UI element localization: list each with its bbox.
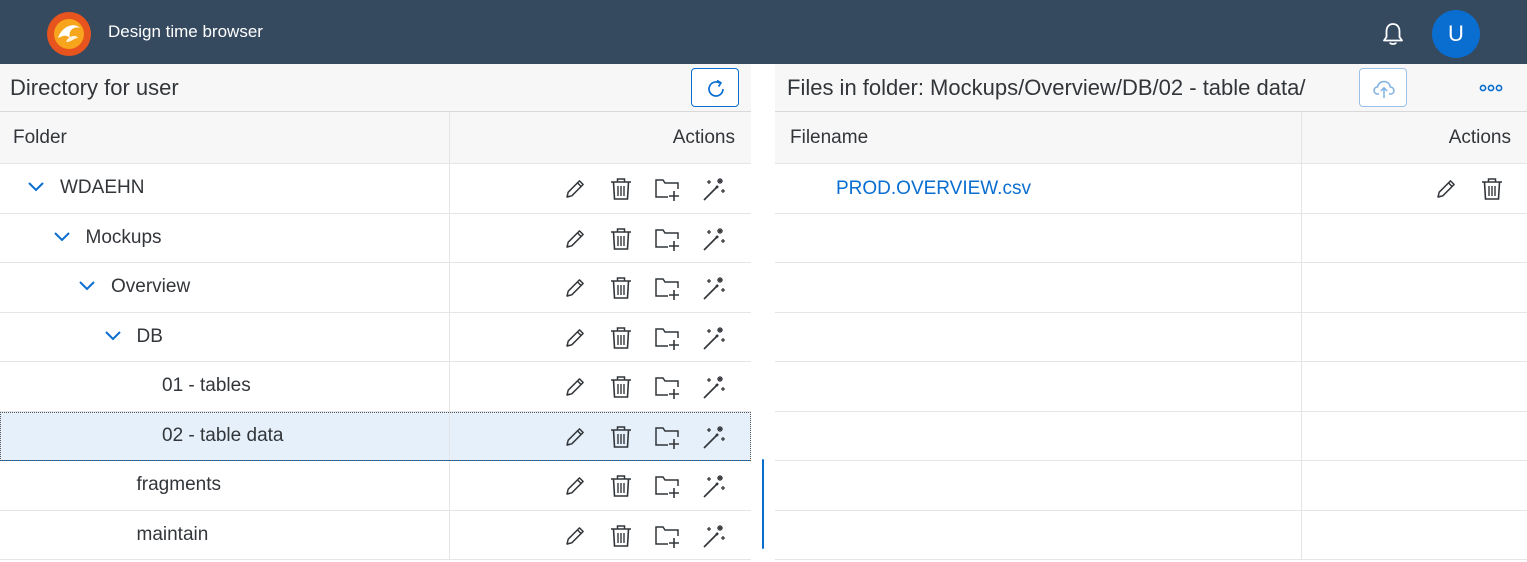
panel-splitter[interactable] [751,64,775,562]
folder-name: 01 - tables [162,375,251,396]
magic-wand-icon[interactable] [700,324,728,352]
magic-wand-icon[interactable] [700,472,728,500]
file-actions-column-header: Actions [1448,127,1511,148]
file-row[interactable]: PROD.OVERVIEW.csv [775,164,1527,214]
trash-icon[interactable] [607,225,635,253]
files-table: PROD.OVERVIEW.csv [775,164,1527,560]
trash-icon[interactable] [607,472,635,500]
magic-wand-icon[interactable] [700,225,728,253]
folder-column-header: Folder [13,127,67,148]
tree-row[interactable]: fragments [0,461,751,511]
chevron-down-icon[interactable] [27,180,45,194]
pencil-icon[interactable] [561,324,589,352]
directory-panel: Directory for user Folder Actions WDAEHN… [0,64,751,562]
folder-name: Mockups [85,226,162,248]
trash-icon[interactable] [1478,175,1506,203]
pencil-icon[interactable] [561,175,589,203]
folder-name: WDAEHN [60,177,145,198]
chevron-down-icon[interactable] [78,279,96,293]
magic-wand-icon[interactable] [700,373,728,401]
chevron-down-icon[interactable] [104,329,122,343]
app-logo-icon [44,8,94,58]
folder-name: maintain [136,523,209,545]
tree-row[interactable]: maintain [0,510,751,560]
pencil-icon[interactable] [561,522,589,550]
refresh-button[interactable] [691,68,739,107]
actions-column-header: Actions [672,127,735,148]
app-title: Design time browser [108,22,263,41]
pencil-icon[interactable] [561,225,589,253]
trash-icon[interactable] [607,423,635,451]
refresh-icon [708,79,724,97]
cloud-upload-icon [1373,80,1395,98]
trash-icon[interactable] [607,175,635,203]
file-row [775,461,1527,511]
file-row [775,510,1527,560]
pencil-icon[interactable] [561,373,589,401]
magic-wand-icon[interactable] [700,423,728,451]
file-link[interactable]: PROD.OVERVIEW.csv [836,178,1031,200]
trash-icon[interactable] [607,324,635,352]
tree-row[interactable]: 01 - tables [0,362,751,412]
tree-row[interactable]: WDAEHN [0,164,751,214]
files-title: Files in folder: Mockups/Overview/DB/02 … [787,75,1306,100]
magic-wand-icon[interactable] [700,175,728,203]
user-avatar[interactable]: U [1432,10,1480,58]
overflow-icon[interactable] [1477,78,1505,98]
folder-name: 02 - table data [162,424,284,446]
tree-row[interactable]: DB [0,312,751,362]
files-toolbar: Files in folder: Mockups/Overview/DB/02 … [775,64,1527,112]
add-folder-icon[interactable] [653,324,681,352]
add-folder-icon[interactable] [653,522,681,550]
splitter-grip[interactable] [762,459,764,549]
file-row [775,362,1527,412]
pencil-icon[interactable] [1432,175,1460,203]
shell-bar: Design time browser U [0,0,1527,64]
directory-tree: WDAEHN Mockups Overview DB 01 - tables 02 - t… [0,164,751,560]
file-row [775,213,1527,263]
trash-icon[interactable] [607,274,635,302]
folder-name: fragments [136,474,221,495]
upload-button[interactable] [1359,68,1407,107]
file-row [775,312,1527,362]
pencil-icon[interactable] [561,472,589,500]
add-folder-icon[interactable] [653,225,681,253]
filename-column-header: Filename [790,127,869,148]
files-table-header: Filename Actions [775,112,1527,164]
add-folder-icon[interactable] [653,423,681,451]
chevron-down-icon[interactable] [53,230,71,244]
file-row [775,411,1527,461]
tree-row[interactable]: Overview [0,263,751,313]
tree-row[interactable]: 02 - table data [0,411,751,461]
magic-wand-icon[interactable] [700,522,728,550]
trash-icon[interactable] [607,373,635,401]
folder-name: Overview [111,276,191,297]
directory-title: Directory for user [10,75,179,100]
directory-toolbar: Directory for user [0,64,751,112]
trash-icon[interactable] [607,522,635,550]
pencil-icon[interactable] [561,423,589,451]
folder-name: DB [136,325,163,347]
file-row [775,263,1527,313]
pencil-icon[interactable] [561,274,589,302]
bell-icon[interactable] [1379,20,1407,48]
add-folder-icon[interactable] [653,175,681,203]
add-folder-icon[interactable] [653,274,681,302]
add-folder-icon[interactable] [653,373,681,401]
magic-wand-icon[interactable] [700,274,728,302]
files-panel: Files in folder: Mockups/Overview/DB/02 … [775,64,1527,562]
add-folder-icon[interactable] [653,472,681,500]
directory-table-header: Folder Actions [0,112,751,164]
tree-row[interactable]: Mockups [0,213,751,263]
